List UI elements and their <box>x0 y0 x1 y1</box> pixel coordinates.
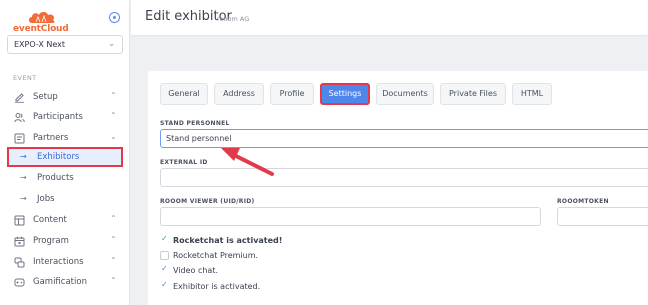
arrow-right-icon: → <box>20 173 27 182</box>
tab-settings[interactable]: Settings <box>320 83 370 105</box>
rocketchat-premium-label: Rocketchat Premium. <box>173 251 259 260</box>
event-select[interactable]: EXPO-X Next ⌄ <box>7 35 123 54</box>
sidebar-item-label: Content <box>33 215 67 225</box>
sidebar-item-participants[interactable]: Participants ⌃ <box>0 107 130 127</box>
tab-address[interactable]: Address <box>214 83 264 105</box>
edit-icon <box>14 92 25 103</box>
rooomtoken-input[interactable] <box>557 207 648 226</box>
chevron-up-icon: ⌃ <box>110 235 117 244</box>
tab-private-files[interactable]: Private Files <box>440 83 506 105</box>
checkmark-icon: ✓ <box>161 234 168 243</box>
page-subtitle: rooom AG <box>217 15 250 23</box>
sidebar-item-content[interactable]: Content ⌃ <box>0 210 130 230</box>
users-icon <box>14 112 25 123</box>
calendar-icon <box>14 236 25 247</box>
tab-documents[interactable]: Documents <box>376 83 434 105</box>
viewer-uid-input[interactable] <box>160 207 541 226</box>
sidebar-subitem-products[interactable]: → Products <box>7 168 123 188</box>
video-chat-checkbox[interactable]: ✓ Video chat. <box>160 264 360 277</box>
cloud-logo-icon <box>29 12 55 23</box>
target-icon[interactable] <box>109 12 120 23</box>
content-icon <box>14 215 25 226</box>
chevron-up-icon: ⌃ <box>110 91 117 100</box>
tab-profile[interactable]: Profile <box>270 83 314 105</box>
sidebar-item-label: Partners <box>33 133 69 143</box>
sidebar-subitem-label: Jobs <box>37 194 55 204</box>
tab-html[interactable]: HTML <box>512 83 552 105</box>
viewer-uid-label: ROOOM VIEWER (UID/RID) <box>160 198 255 205</box>
sidebar-item-interactions[interactable]: Interactions ⌃ <box>0 252 130 272</box>
video-chat-label: Video chat. <box>173 266 219 275</box>
sidebar-item-label: Interactions <box>33 257 84 267</box>
chevron-up-icon: ⌃ <box>110 256 117 265</box>
chevron-down-icon: ⌄ <box>110 132 117 141</box>
sidebar: eventCloud EXPO-X Next ⌄ EVENT Setup ⌃ P… <box>0 0 130 305</box>
sidebar-item-setup[interactable]: Setup ⌃ <box>0 87 130 107</box>
sidebar-item-label: Setup <box>33 92 58 102</box>
rocketchat-activated-status: ✓ Rocketchat is activated! <box>160 234 360 247</box>
sidebar-subitem-exhibitors[interactable]: → Exhibitors <box>7 147 123 167</box>
event-select-value: EXPO-X Next <box>14 40 66 49</box>
checkmark-icon[interactable]: ✓ <box>161 280 168 289</box>
tab-general[interactable]: General <box>160 83 208 105</box>
exhibitor-form-card: General Address Profile Settings Documen… <box>148 71 648 305</box>
exhibitor-activated-checkbox[interactable]: ✓ Exhibitor is activated. <box>160 280 360 293</box>
exhibitor-activated-label: Exhibitor is activated. <box>173 282 261 291</box>
checkmark-icon[interactable]: ✓ <box>161 264 168 273</box>
interactions-icon <box>14 257 25 268</box>
brand-name: eventCloud <box>13 24 69 34</box>
sidebar-subitem-label: Products <box>37 173 74 183</box>
arrow-right-icon: → <box>20 152 27 161</box>
rocketchat-activated-label: Rocketchat is activated! <box>173 236 283 245</box>
checkbox-box[interactable] <box>160 251 169 260</box>
page-header: Edit exhibitor rooom AG <box>131 0 648 35</box>
section-label-event: EVENT <box>13 74 37 82</box>
sidebar-subitem-label: Exhibitors <box>37 152 80 162</box>
external-id-input[interactable] <box>160 168 648 187</box>
arrow-right-icon: → <box>20 194 27 203</box>
sidebar-item-gamification[interactable]: Gamification ⌃ <box>0 272 130 292</box>
sidebar-subitem-jobs[interactable]: → Jobs <box>7 189 123 209</box>
partners-icon <box>14 133 25 144</box>
rocketchat-premium-checkbox[interactable]: Rocketchat Premium. <box>160 250 360 262</box>
brand-logo[interactable]: eventCloud <box>13 9 73 35</box>
stand-personnel-input[interactable]: Stand personnel <box>160 129 648 148</box>
chevron-up-icon: ⌃ <box>110 276 117 285</box>
external-id-label: EXTERNAL ID <box>160 159 208 166</box>
sidebar-item-label: Gamification <box>33 277 87 287</box>
stand-personnel-label: STAND PERSONNEL <box>160 120 230 127</box>
sidebar-item-label: Program <box>33 236 69 246</box>
stand-personnel-value: Stand personnel <box>166 134 232 143</box>
gamification-icon <box>14 277 25 288</box>
chevron-up-icon: ⌃ <box>110 111 117 120</box>
chevron-up-icon: ⌃ <box>110 214 117 223</box>
rooomtoken-label: ROOOMTOKEN <box>557 198 609 205</box>
sidebar-item-program[interactable]: Program ⌃ <box>0 231 130 251</box>
sidebar-item-partners[interactable]: Partners ⌄ <box>0 128 130 148</box>
chevron-down-icon: ⌄ <box>108 39 115 48</box>
sidebar-item-label: Participants <box>33 112 83 122</box>
